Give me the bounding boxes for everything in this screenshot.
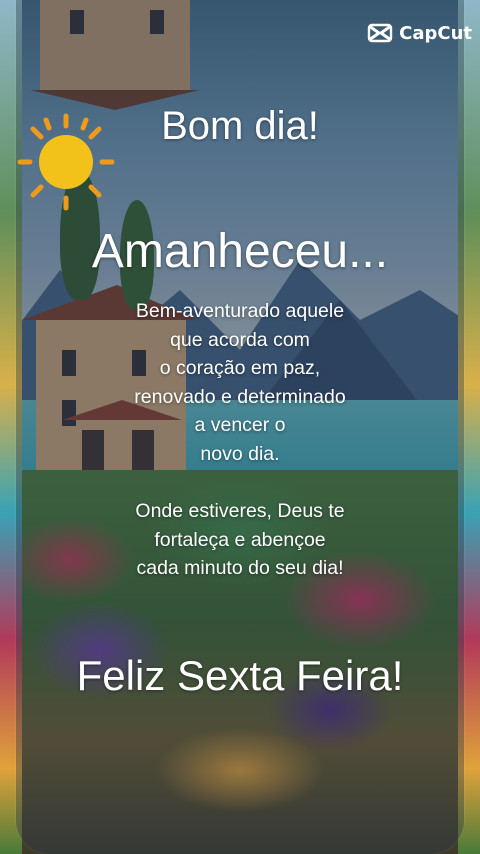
greeting-title: Bom dia! [161,104,319,148]
watermark-brand: CapCut [399,22,472,44]
blessing-text: Onde estiveres, Deus te fortaleça e aben… [135,500,345,579]
capcut-watermark: CapCut [367,20,472,46]
headline: Amanheceu... [91,225,389,278]
capcut-logo-icon [367,23,393,43]
closing-title: Feliz Sexta Feira! [76,652,404,699]
message-body: Bem-aventurado aquele que acorda com o c… [134,300,346,465]
